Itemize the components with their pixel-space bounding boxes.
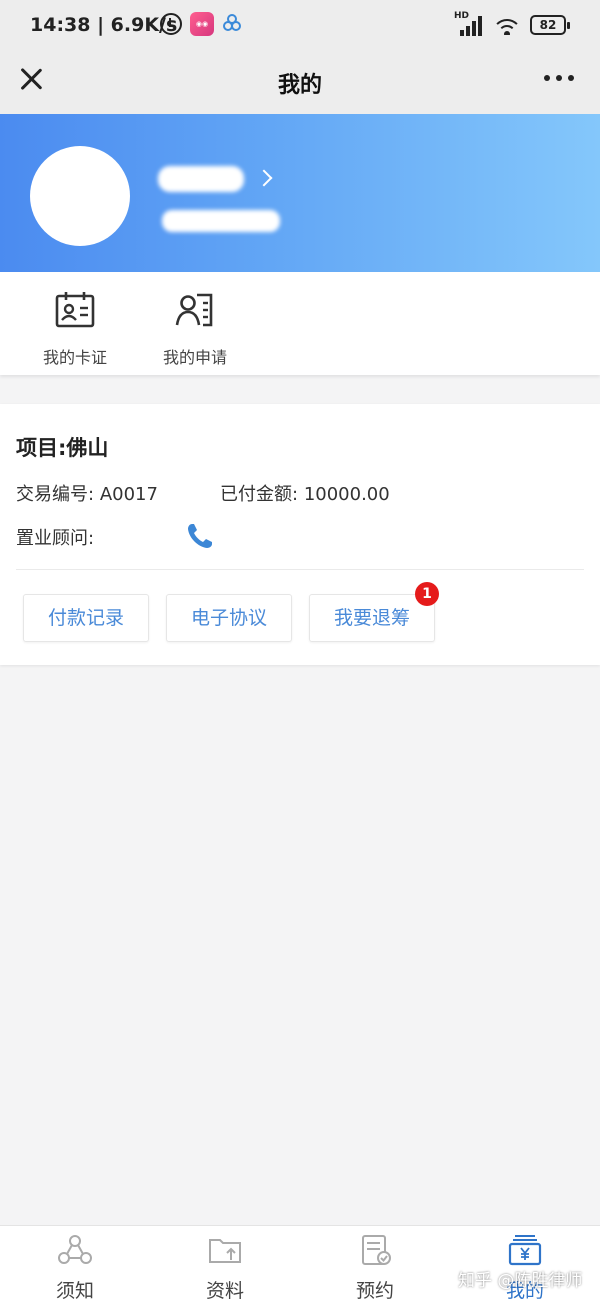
wallet-icon — [508, 1235, 542, 1266]
status-left-icons: ◉◉ — [160, 12, 244, 36]
battery-icon: 82 — [530, 15, 570, 35]
quick-action-my-cards[interactable]: 我的卡证 — [20, 290, 130, 368]
project-title: 项目:佛山 — [16, 436, 109, 460]
refund-request-button[interactable]: 我要退筹 — [309, 594, 435, 642]
watermark: 知乎 @陈胜律师 — [458, 1271, 583, 1291]
tab-label: 资料 — [205, 1280, 244, 1300]
quick-actions: 我的卡证 我的申请 — [0, 272, 600, 375]
signal-icon: HD — [454, 11, 484, 36]
avatar[interactable] — [30, 146, 130, 246]
title-bar: 我的 — [0, 52, 600, 114]
more-options-icon[interactable] — [544, 75, 574, 81]
payment-records-button[interactable]: 付款记录 — [23, 594, 149, 642]
status-right-icons: HD 82 — [454, 11, 570, 36]
wifi-icon — [494, 15, 520, 35]
status-time: 14:38 | 6.9K/s — [30, 14, 178, 36]
redacted-user-id — [162, 210, 280, 232]
project-card: 项目:佛山 交易编号: A0017 已付金额: 10000.00 置业顾问: 付… — [0, 404, 600, 665]
quick-action-label: 我的申请 — [162, 348, 227, 367]
id-card-icon — [55, 292, 95, 328]
document-check-icon — [362, 1235, 391, 1265]
status-bar: 14:38 | 6.9K/s ◉◉ HD 82 — [0, 0, 600, 52]
alarm-icon — [160, 13, 182, 35]
tab-materials[interactable]: 资料 — [175, 1234, 275, 1300]
page-title: 我的 — [277, 73, 322, 98]
network-icon — [58, 1235, 92, 1264]
phone-icon[interactable] — [186, 522, 214, 550]
tab-label: 须知 — [55, 1280, 94, 1300]
folder-upload-icon — [209, 1239, 241, 1263]
advisor-label: 置业顾问: — [16, 528, 95, 549]
app-notification-icon: ◉◉ — [190, 12, 214, 36]
profile-banner[interactable] — [0, 114, 600, 272]
tab-appointment[interactable]: 预约 — [325, 1234, 425, 1300]
quick-action-my-applications[interactable]: 我的申请 — [140, 290, 250, 368]
notification-badge: 1 — [415, 582, 439, 606]
trade-number: 交易编号: A0017 — [16, 484, 158, 505]
divider — [16, 569, 584, 570]
e-agreement-button[interactable]: 电子协议 — [166, 594, 292, 642]
paid-amount: 已付金额: 10000.00 — [220, 484, 390, 505]
cloud-app-icon — [222, 13, 244, 35]
quick-action-label: 我的卡证 — [42, 348, 107, 367]
person-list-icon — [175, 293, 213, 327]
tab-notice[interactable]: 须知 — [25, 1234, 125, 1300]
tab-label: 预约 — [355, 1280, 394, 1300]
redacted-user-name — [158, 166, 244, 192]
